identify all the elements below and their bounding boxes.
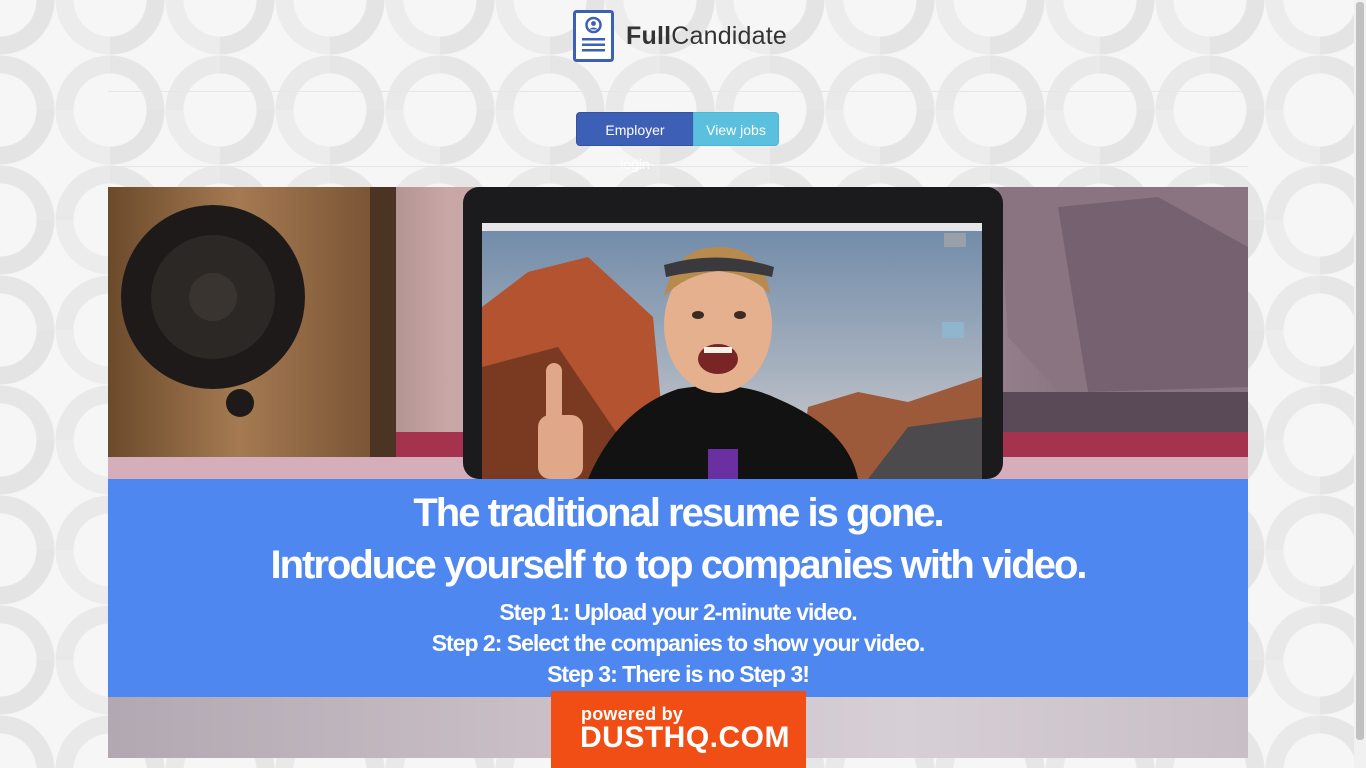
powered-by-badge[interactable]: powered by DUSTHQ.COM [551,691,806,768]
nav-divider [108,166,1248,167]
site-logo[interactable]: FullCandidate [573,10,787,62]
brand-name-bold: Full [626,21,672,50]
step-3: Step 3: There is no Step 3! [547,661,810,687]
hero-banner: The traditional resume is gone. Introduc… [108,187,1248,758]
hero-message-panel: The traditional resume is gone. Introduc… [108,479,1248,697]
view-jobs-button[interactable]: View jobs [693,112,779,146]
resume-document-icon [573,10,614,62]
hero-photo [108,187,1248,479]
headline-line-1: The traditional resume is gone. [413,491,944,535]
page-scrollbar[interactable] [1354,0,1366,768]
step-1: Step 1: Upload your 2-minute video. [499,599,857,625]
header-divider [108,91,1248,92]
brand-name-regular: Candidate [671,21,788,50]
auth-button-group: Employer login View jobs [576,112,779,172]
employer-login-button[interactable]: Employer login [576,112,694,172]
headline-line-2: Introduce yourself to top companies with… [270,543,1088,587]
scrollbar-thumb[interactable] [1356,2,1364,740]
step-2: Step 2: Select the companies to show you… [431,630,926,656]
brand-name: FullCandidate [626,22,787,51]
powered-by-brand: DUSTHQ.COM [580,721,790,754]
